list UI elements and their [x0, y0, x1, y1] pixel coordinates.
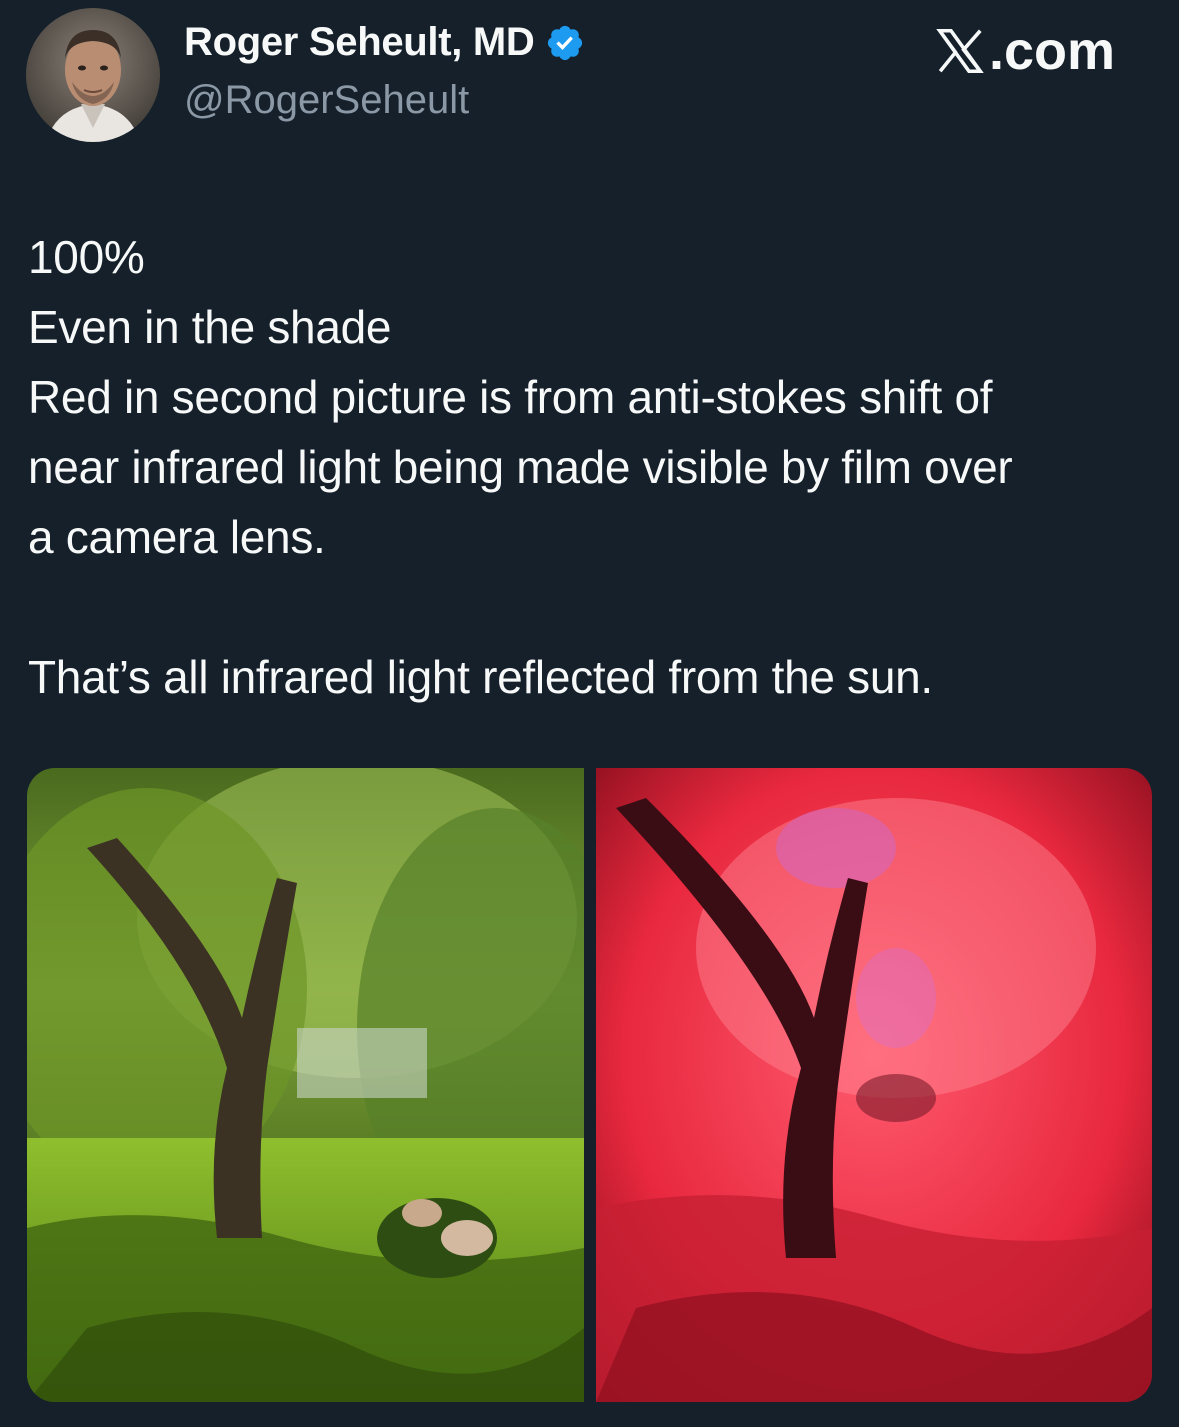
verified-badge-icon: [547, 25, 582, 60]
willow-tree-infrared-photo-icon: [596, 768, 1152, 1402]
tweet-line: 100%: [28, 231, 145, 283]
display-name[interactable]: Roger Seheult, MD: [184, 20, 535, 65]
tweet-screenshot: Roger Seheult, MD @RogerSeheult .com 100…: [0, 0, 1179, 1427]
site-watermark: .com: [933, 20, 1115, 82]
tweet-photo-infrared[interactable]: [596, 768, 1152, 1402]
author-name-row[interactable]: Roger Seheult, MD: [184, 20, 585, 65]
tweet-line: Red in second picture is from anti-stoke…: [28, 371, 993, 423]
tweet-line-blank: [28, 572, 1158, 642]
x-logo-icon: [936, 28, 984, 74]
tweet-line: near infrared light being made visible b…: [28, 441, 1013, 493]
tweet-line: That’s all infrared light reflected from…: [28, 651, 933, 703]
tweet-line: Even in the shade: [28, 301, 392, 353]
tweet-photo-normal[interactable]: [27, 768, 584, 1402]
avatar[interactable]: [26, 8, 160, 142]
tweet-line: a camera lens.: [28, 511, 326, 563]
willow-tree-photo-icon: [27, 768, 584, 1402]
tweet-text: 100% Even in the shade Red in second pic…: [28, 222, 1158, 712]
site-label: .com: [988, 21, 1115, 81]
avatar-portrait-icon: [26, 8, 160, 142]
author-handle[interactable]: @RogerSeheult: [184, 78, 469, 123]
